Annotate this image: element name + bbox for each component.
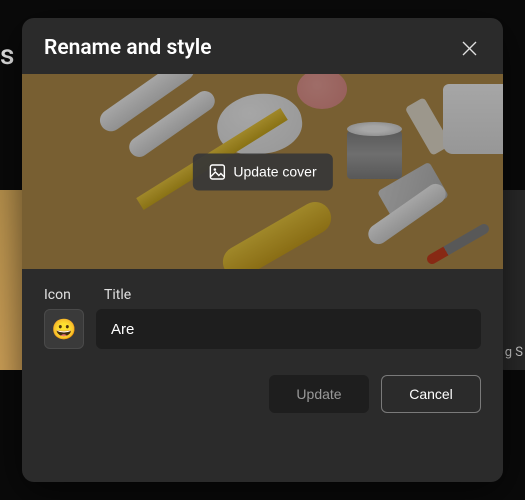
modal-title: Rename and style [44, 36, 212, 60]
actions-row: Update Cancel [22, 369, 503, 435]
cancel-button[interactable]: Cancel [381, 375, 481, 413]
icon-field-label: Icon [44, 287, 86, 303]
form-area: Icon Title 😀 [22, 269, 503, 369]
labels-row: Icon Title [44, 287, 481, 303]
title-input[interactable] [96, 309, 481, 349]
backdrop-thumb-right [500, 190, 525, 370]
icon-picker[interactable]: 😀 [44, 309, 84, 349]
title-field-label: Title [104, 287, 131, 303]
image-icon [208, 163, 225, 180]
backdrop-label-right: g S [505, 345, 523, 360]
rename-style-modal: Rename and style [22, 18, 503, 482]
cover-image-area: Update cover [22, 74, 503, 269]
inputs-row: 😀 [44, 309, 481, 349]
backdrop-partial-title: es [0, 38, 14, 71]
update-cover-button[interactable]: Update cover [192, 153, 332, 190]
close-icon [462, 41, 477, 56]
modal-header: Rename and style [22, 18, 503, 74]
update-button[interactable]: Update [269, 375, 369, 413]
close-button[interactable] [457, 36, 481, 60]
update-cover-label: Update cover [233, 164, 316, 180]
icon-emoji: 😀 [52, 317, 77, 341]
